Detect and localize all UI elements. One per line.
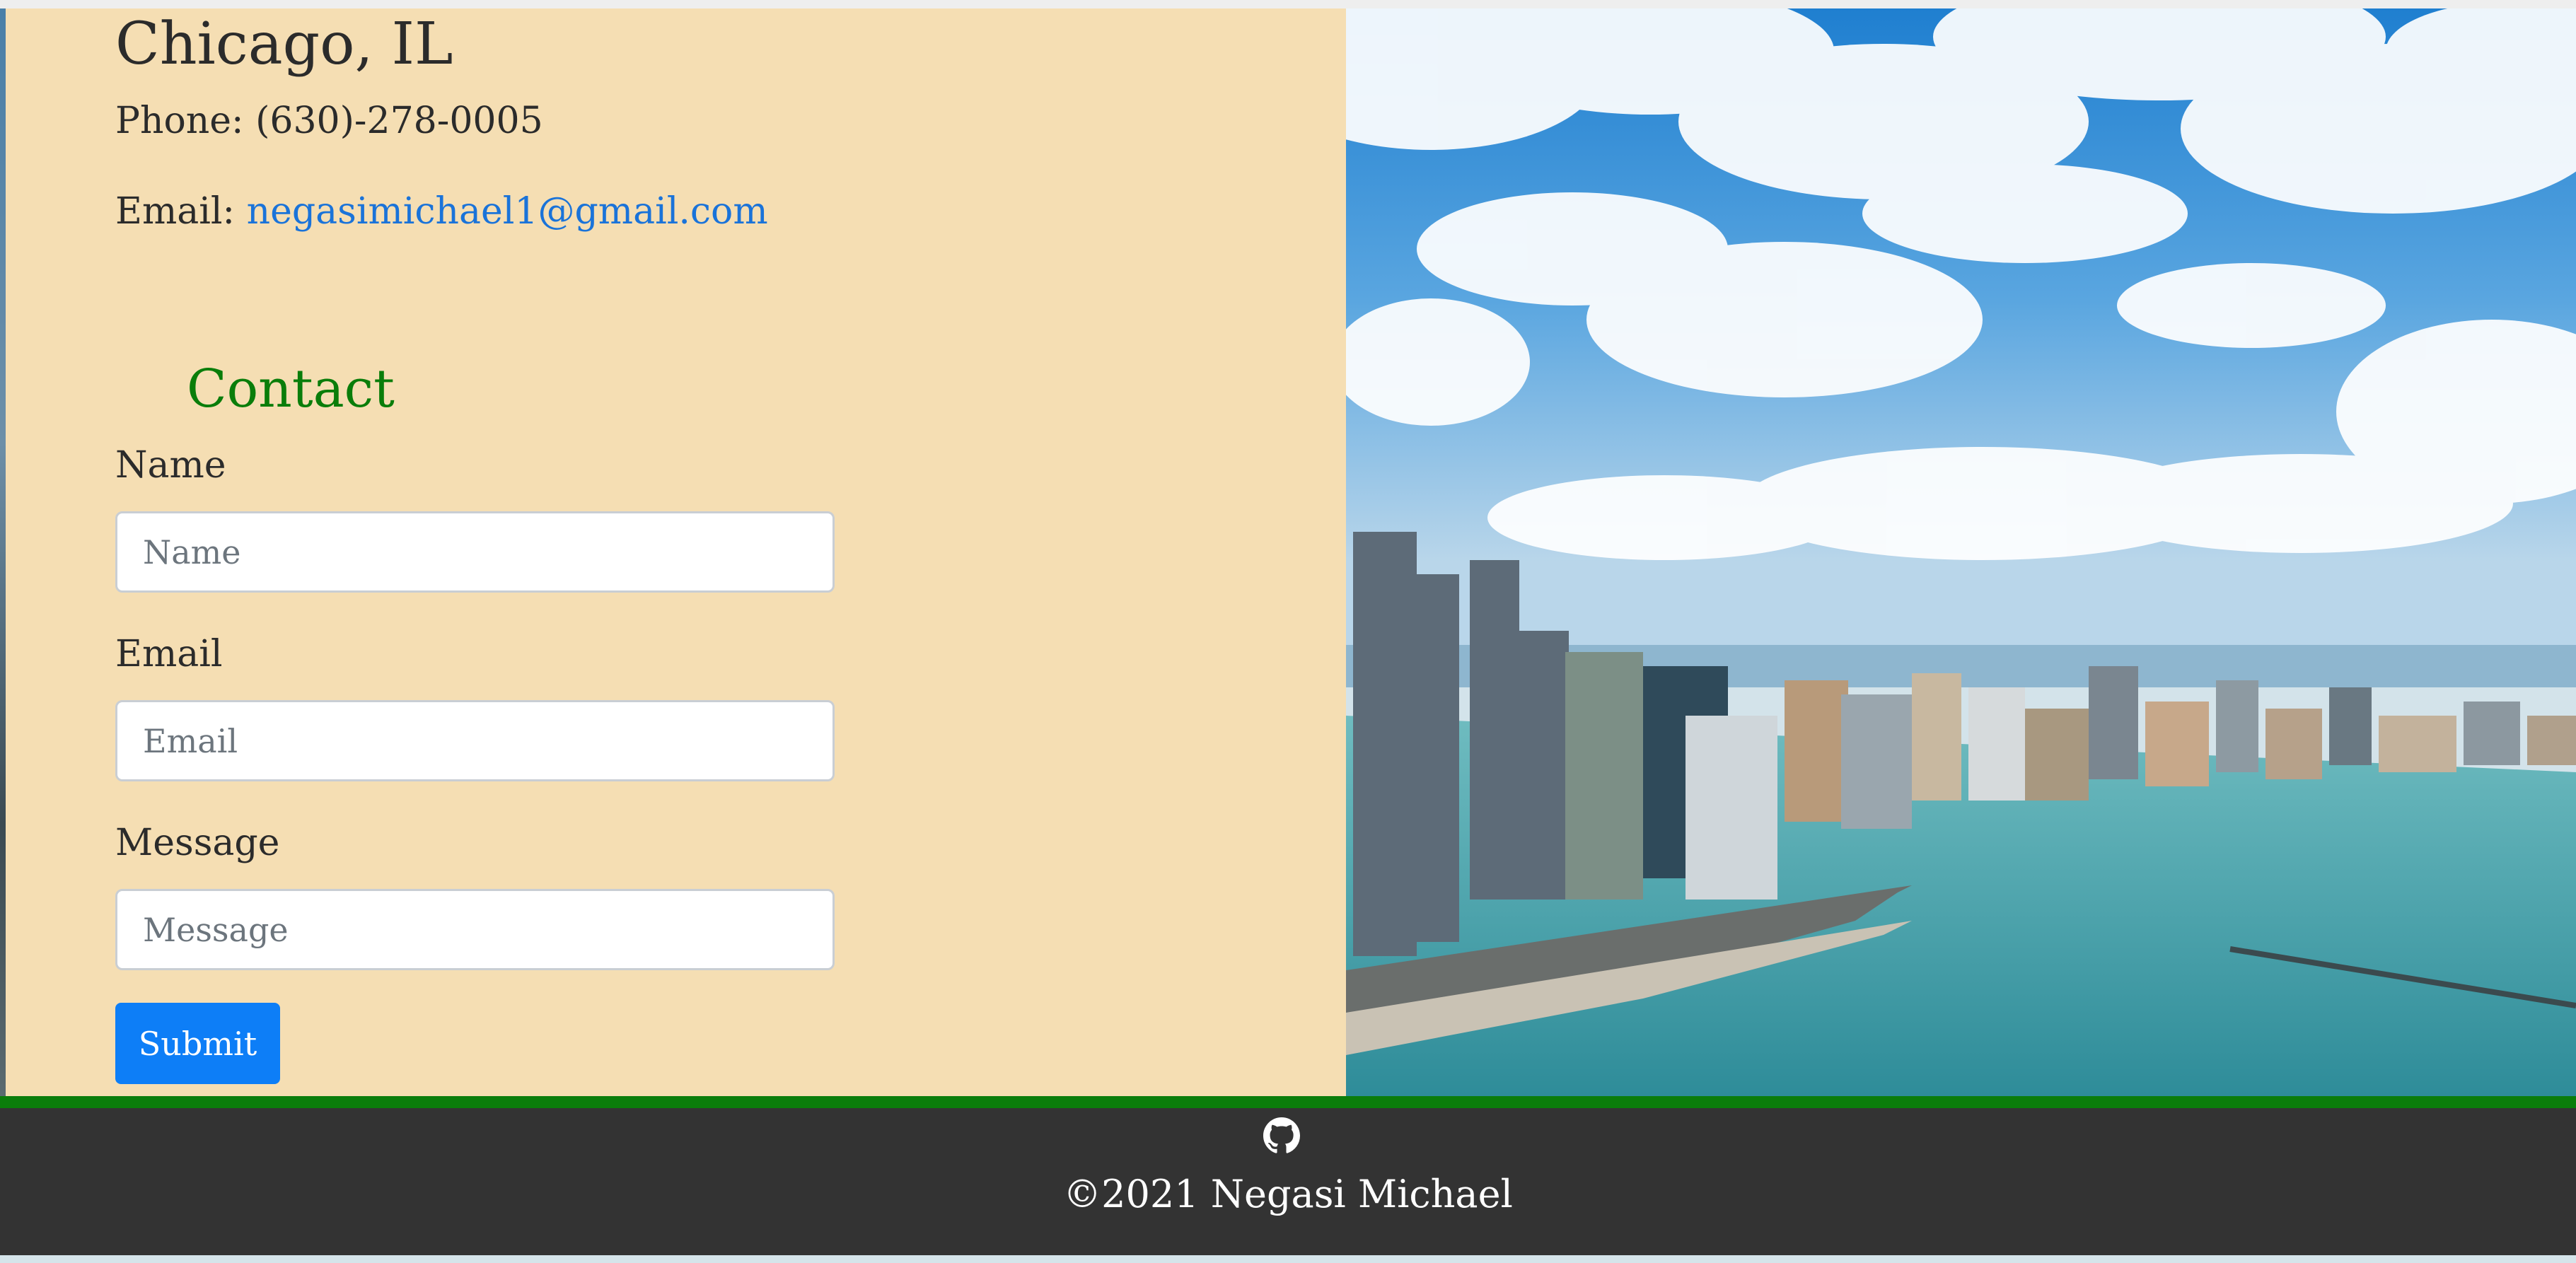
email-input[interactable] (115, 700, 835, 781)
message-input[interactable] (115, 889, 835, 970)
bottom-strip (0, 1255, 2576, 1263)
chicago-skyline-image (1346, 8, 2576, 1096)
github-icon-graphic (1263, 1117, 1300, 1153)
city-heading: Chicago, IL (115, 11, 453, 78)
email-prefix: Email: (115, 190, 247, 233)
background-edge (0, 8, 6, 1096)
name-input[interactable] (115, 511, 835, 593)
email-line: Email: negasimichael1@gmail.com (115, 190, 768, 233)
name-label: Name (115, 444, 226, 487)
email-link[interactable]: negasimichael1@gmail.com (247, 190, 768, 233)
github-icon[interactable] (1263, 1117, 1300, 1154)
skyline-illustration (1346, 8, 2576, 1096)
phone-text: Phone: (630)-278-0005 (115, 100, 543, 142)
top-strip (0, 0, 2576, 8)
contact-panel: Chicago, IL Phone: (630)-278-0005 Email:… (6, 8, 1346, 1096)
contact-title: Contact (187, 359, 395, 419)
message-label: Message (115, 822, 280, 864)
footer-accent-bar (0, 1096, 2576, 1108)
submit-button[interactable]: Submit (115, 1003, 280, 1084)
copyright-text: ©2021 Negasi Michael (1063, 1172, 1513, 1216)
footer: ©2021 Negasi Michael (0, 1108, 2576, 1255)
email-label: Email (115, 633, 223, 675)
